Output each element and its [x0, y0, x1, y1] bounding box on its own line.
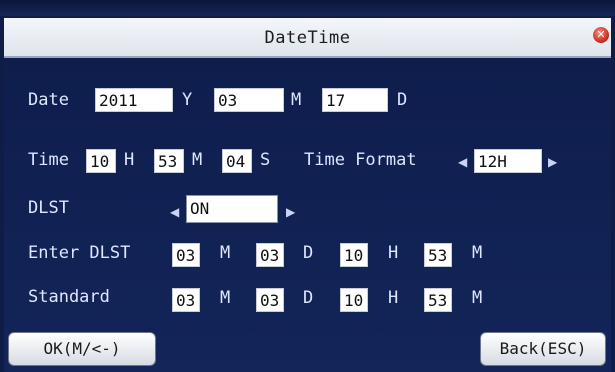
standard-month-unit: M [220, 288, 231, 308]
enter-dlst-hour-unit: H [388, 243, 399, 263]
standard-minute-field[interactable]: 53 [424, 288, 452, 312]
enter-dlst-day-unit: D [303, 243, 314, 263]
second-unit: S [260, 150, 271, 170]
standard-hour-field[interactable]: 10 [340, 288, 368, 312]
dlst-select[interactable]: ON [186, 195, 278, 223]
enter-dlst-minute-unit: M [472, 243, 483, 263]
hour-field[interactable]: 10 [86, 149, 116, 173]
window-title: DateTime [264, 28, 351, 48]
enter-dlst-minute-field[interactable]: 53 [424, 243, 452, 267]
minute-unit: M [192, 150, 203, 170]
day-field[interactable]: 17 [322, 88, 388, 112]
left-arrow-icon[interactable]: ◀ [170, 205, 179, 219]
standard-month-field[interactable]: 03 [172, 288, 200, 312]
standard-hour-unit: H [388, 288, 399, 308]
back-button[interactable]: Back(ESC) [480, 332, 606, 366]
hour-unit: H [124, 150, 135, 170]
dlst-label: DLST [28, 198, 69, 218]
enter-dlst-month-field[interactable]: 03 [172, 243, 200, 267]
year-field[interactable]: 2011 [95, 88, 173, 112]
right-arrow-icon[interactable]: ▶ [548, 155, 557, 169]
day-unit: D [397, 90, 408, 110]
enter-dlst-month-unit: M [220, 243, 231, 263]
ok-button[interactable]: OK(M/<-) [8, 332, 156, 366]
second-field[interactable]: 04 [222, 149, 252, 173]
standard-day-field[interactable]: 03 [256, 288, 284, 312]
top-strip [0, 0, 615, 16]
close-icon[interactable]: ✕ [593, 27, 609, 43]
enter-dlst-day-field[interactable]: 03 [256, 243, 284, 267]
month-unit: M [291, 90, 302, 110]
standard-label: Standard [28, 287, 110, 307]
date-label: Date [28, 90, 69, 110]
minute-field[interactable]: 53 [154, 149, 184, 173]
enter-dlst-hour-field[interactable]: 10 [340, 243, 368, 267]
time-format-select[interactable]: 12H [474, 149, 542, 173]
standard-minute-unit: M [472, 288, 483, 308]
left-arrow-icon[interactable]: ◀ [458, 155, 467, 169]
standard-day-unit: D [303, 288, 314, 308]
title-bar: DateTime ✕ [4, 18, 611, 58]
right-arrow-icon[interactable]: ▶ [286, 205, 295, 219]
month-field[interactable]: 03 [214, 88, 284, 112]
year-unit: Y [182, 90, 193, 110]
time-format-label: Time Format [304, 150, 417, 170]
enter-dlst-label: Enter DLST [28, 243, 131, 263]
time-label: Time [28, 150, 69, 170]
